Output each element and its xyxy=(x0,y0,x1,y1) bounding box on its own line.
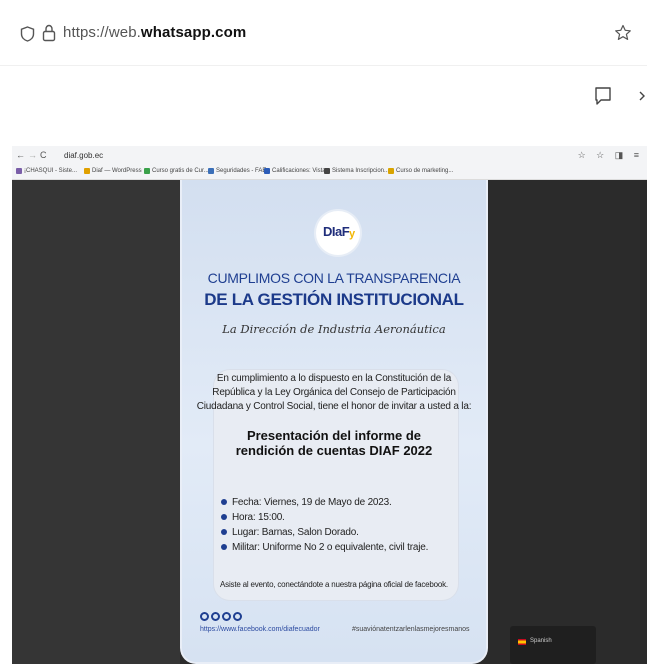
social-icons xyxy=(200,612,242,621)
event-date: Fecha: Viernes, 19 de Mayo de 2023. xyxy=(220,495,460,510)
shield-icon[interactable] xyxy=(20,26,35,42)
event-dress-code: Militar: Uniforme No 2 o equivalente, ci… xyxy=(220,540,460,555)
instagram-icon[interactable] xyxy=(211,612,220,621)
diaf-logo: DIaF y xyxy=(316,211,360,255)
bookmark-item[interactable]: Sistema Inscripcion... xyxy=(324,168,389,174)
bookmark-item[interactable]: Diaf — WordPress xyxy=(84,168,142,174)
poster-title-line1: CUMPLIMOS CON LA TRANSPARENCIA xyxy=(207,270,461,286)
invitation-poster: DIaF y CUMPLIMOS CON LA TRANSPARENCIA DE… xyxy=(180,180,488,664)
bookmark-favicon-icon xyxy=(388,168,394,174)
bookmark-favicon-icon xyxy=(84,168,90,174)
hashtag: #suaviónatentzarlenlasmejoresmanos xyxy=(352,626,470,633)
logo-text: DIaF xyxy=(323,224,350,239)
browser-toolbar: https://web.whatsapp.com xyxy=(0,0,647,66)
presentation-line: rendición de cuentas DIAF 2022 xyxy=(235,443,433,458)
twitter-icon[interactable] xyxy=(222,612,231,621)
lock-icon[interactable] xyxy=(42,24,56,42)
bookmark-item[interactable]: Curso de marketing... xyxy=(388,168,453,174)
url-domain: whatsapp.com xyxy=(140,24,247,41)
bookmark-star-icon[interactable] xyxy=(614,24,632,42)
presentation-title: Presentación del informe de rendición de… xyxy=(182,428,486,458)
event-place: Lugar: Barnas, Salon Dorado. xyxy=(220,525,460,540)
bookmark-item[interactable]: ¡CHASQUI - Siste... xyxy=(16,168,77,174)
more-icon[interactable] xyxy=(637,86,647,106)
poster-title-line2: DE LA GESTIÓN INSTITUCIONAL xyxy=(204,290,464,309)
inner-toolbar-icons[interactable]: ☆ ☆ ◨ ≡ xyxy=(578,150,643,161)
bookmark-item[interactable]: Seguridades - FAE xyxy=(208,168,266,174)
closing-text: Asiste al evento, conectándote a nuestra… xyxy=(220,580,448,589)
invitation-line: Ciudadana y Control Social, tiene el hon… xyxy=(196,401,472,412)
poster-subtitle: La Dirección de Industria Aeronáutica xyxy=(222,322,446,336)
embedded-screenshot: ← → C diaf.gob.ec ☆ ☆ ◨ ≡ ¡CHASQUI - Sis… xyxy=(12,146,647,664)
language-label: Spanish xyxy=(530,638,552,644)
bookmark-favicon-icon xyxy=(324,168,330,174)
address-bar[interactable]: https://web.whatsapp.com xyxy=(63,24,246,41)
inner-browser-toolbar: ← → C diaf.gob.ec ☆ ☆ ◨ ≡ ¡CHASQUI - Sis… xyxy=(12,146,647,180)
forward-icon[interactable]: → xyxy=(28,150,37,160)
comment-icon[interactable] xyxy=(594,86,612,106)
facebook-icon[interactable] xyxy=(200,612,209,621)
bookmark-favicon-icon xyxy=(144,168,150,174)
invitation-line: En cumplimiento a lo dispuesto en la Con… xyxy=(216,373,452,384)
back-icon[interactable]: ← xyxy=(16,150,25,160)
bookmarks-bar: ¡CHASQUI - Siste... Diaf — WordPress Cur… xyxy=(12,166,647,180)
invitation-line: República y la Ley Orgánica del Consejo … xyxy=(212,387,456,398)
language-selector[interactable]: Spanish xyxy=(510,626,596,664)
reload-icon[interactable]: C xyxy=(40,150,47,160)
url-prefix: https://web. xyxy=(63,24,141,41)
event-time: Hora: 15:00. xyxy=(220,510,460,525)
bookmark-favicon-icon xyxy=(264,168,270,174)
event-details: Fecha: Viernes, 19 de Mayo de 2023. Hora… xyxy=(220,495,460,555)
bookmark-item[interactable]: Calificaciones: Vista xyxy=(264,168,326,174)
inner-address-bar[interactable]: diaf.gob.ec xyxy=(64,151,103,160)
logo-accent: y xyxy=(349,228,356,240)
presentation-line: Presentación del informe de xyxy=(246,428,422,443)
bookmark-item[interactable]: Curso gratis de Cur... xyxy=(144,168,209,174)
bookmark-favicon-icon xyxy=(16,168,22,174)
invitation-text: En cumplimiento a lo dispuesto en la Con… xyxy=(182,372,486,414)
spain-flag-icon xyxy=(518,639,526,645)
facebook-link[interactable]: https://www.facebook.com/diafecuador xyxy=(200,626,320,633)
bookmark-favicon-icon xyxy=(208,168,214,174)
youtube-icon[interactable] xyxy=(233,612,242,621)
page-left-panel xyxy=(12,180,180,664)
